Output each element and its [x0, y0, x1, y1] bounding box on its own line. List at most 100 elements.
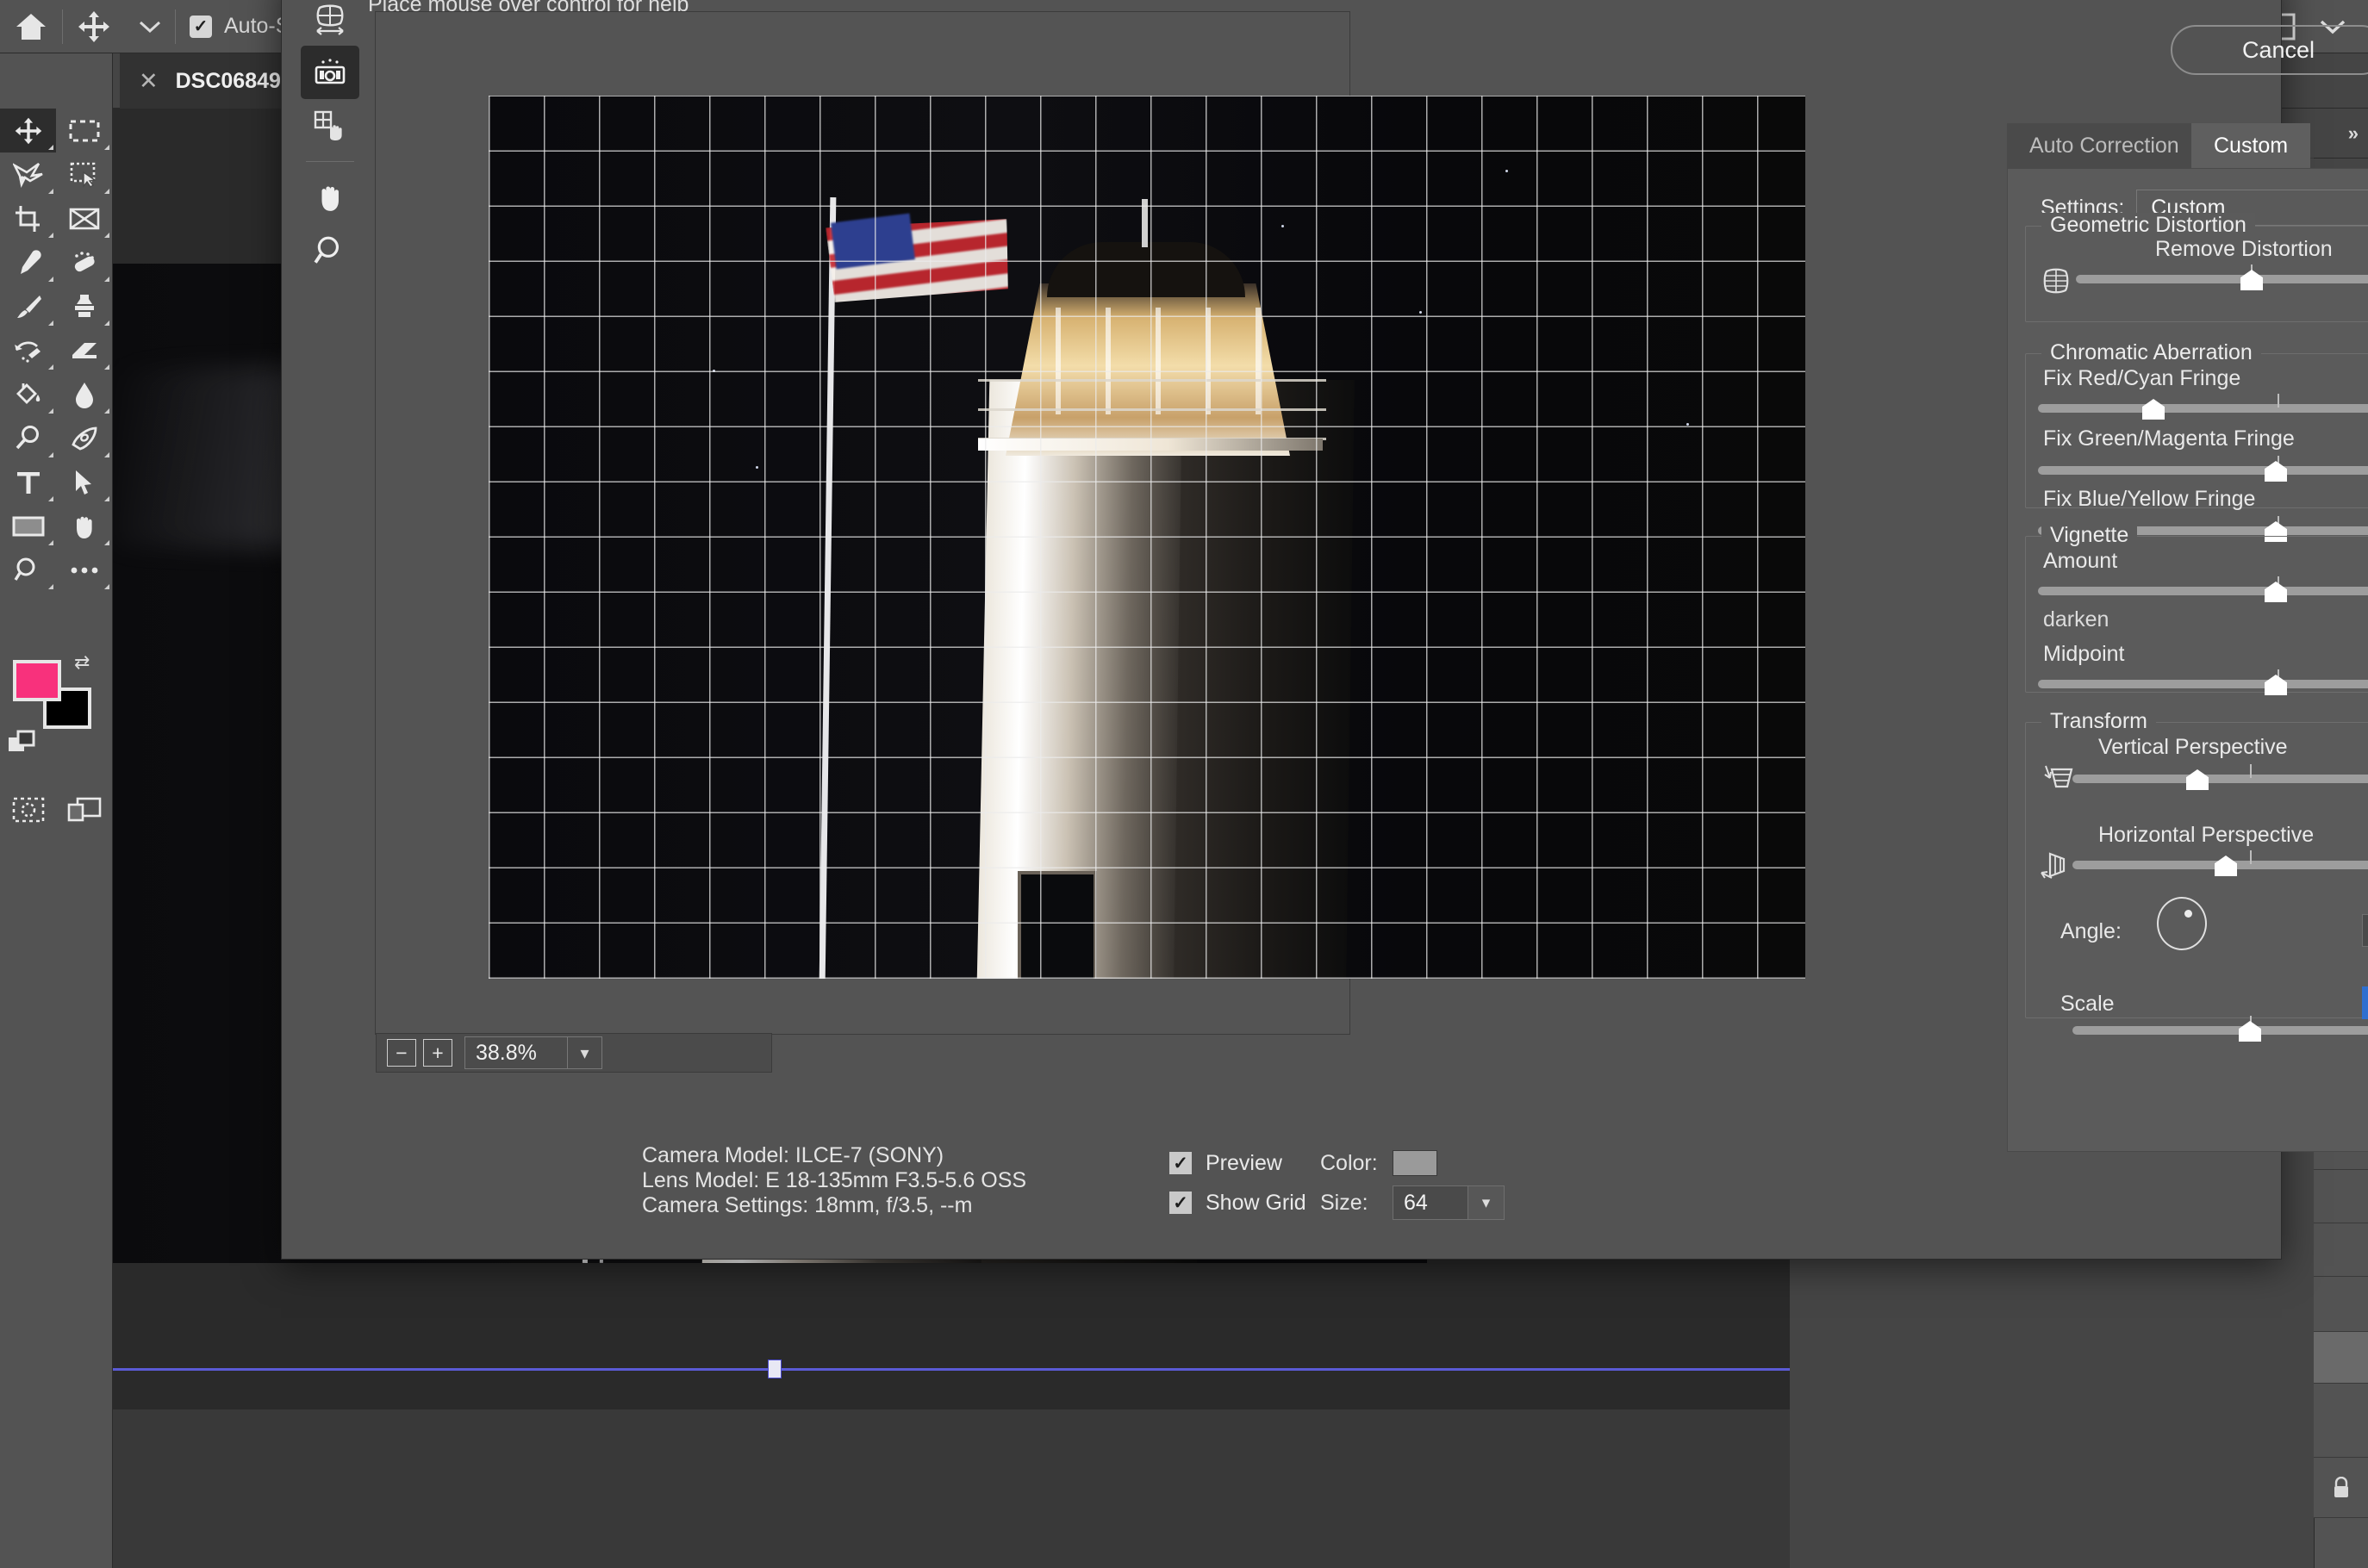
tool-spot-healing-brush[interactable] [56, 240, 112, 284]
tool-rectangle[interactable] [0, 504, 56, 548]
checkbox-checked-icon[interactable]: ✓ [1169, 1152, 1192, 1174]
grid-size-input[interactable]: 64 [1393, 1185, 1468, 1220]
brush-icon [16, 295, 41, 318]
vignette-midpoint-slider[interactable] [2038, 680, 2368, 688]
tool-dodge[interactable] [0, 416, 56, 460]
grid-color-row[interactable]: Color: [1320, 1143, 1505, 1183]
tool-history-brush[interactable] [0, 328, 56, 372]
zoom-level-value[interactable]: 38.8% [464, 1036, 568, 1069]
tool-grid[interactable] [0, 109, 113, 592]
zoom-out-icon[interactable]: − [387, 1039, 416, 1067]
angle-input[interactable]: 1.33 [2362, 914, 2368, 947]
lock-icon[interactable] [2332, 1476, 2351, 1499]
fix-green-magenta-slider[interactable] [2038, 466, 2368, 475]
grid-size-chevron-down-icon[interactable]: ▾ [1468, 1185, 1505, 1220]
close-icon[interactable]: ✕ [139, 69, 159, 93]
tool-type[interactable] [0, 460, 56, 504]
color-swatches[interactable]: ⇄ [0, 648, 113, 777]
preview-frame[interactable] [375, 11, 1805, 1035]
tab-auto-correction[interactable]: Auto Correction [2007, 123, 2202, 168]
angle-dial-handle[interactable] [2184, 910, 2192, 918]
angle-dial-icon[interactable] [2157, 897, 2207, 950]
screen-mode-button[interactable] [56, 787, 112, 831]
grid-color-size-group[interactable]: Color: Size: 64 ▾ [1320, 1143, 1505, 1223]
tool-object-selection[interactable] [56, 152, 112, 196]
panel-section-h[interactable] [2314, 1223, 2368, 1277]
grid-color-swatch[interactable] [1393, 1150, 1437, 1176]
tool-flyout-indicator [48, 233, 53, 238]
tool-blur[interactable] [56, 372, 112, 416]
grid-size-row[interactable]: Size: 64 ▾ [1320, 1183, 1505, 1223]
zoom-level-chevron-down-icon[interactable]: ▾ [568, 1036, 602, 1069]
tool-lasso[interactable] [0, 152, 56, 196]
home-button[interactable] [0, 0, 62, 53]
preview-options[interactable]: ✓ Preview ✓ Show Grid [1169, 1145, 1306, 1224]
vertical-perspective-slider[interactable] [2072, 775, 2368, 783]
tool-eyedropper[interactable] [0, 240, 56, 284]
checkbox-checked-icon[interactable]: ✓ [1169, 1192, 1192, 1214]
group-title-geometric-distortion: Geometric Distortion [2041, 213, 2255, 238]
tool-hand[interactable] [56, 504, 112, 548]
transform-handle[interactable] [768, 1360, 782, 1378]
panel-section-i[interactable] [2314, 1277, 2368, 1332]
vignette-amount-slider[interactable] [2038, 587, 2368, 595]
zoom-in-icon[interactable]: + [423, 1039, 452, 1067]
tool-zoom[interactable] [0, 548, 56, 592]
tool-move[interactable] [0, 109, 56, 152]
default-colors-icon[interactable] [7, 729, 41, 762]
dialog-tool-hand[interactable] [301, 171, 359, 224]
fix-red-cyan-slider-thumb[interactable] [2142, 399, 2165, 420]
scale-slider-thumb[interactable] [2239, 1021, 2261, 1042]
active-tool-button[interactable] [63, 0, 125, 53]
tool-rectangular-marquee[interactable] [56, 109, 112, 152]
panel-section-g[interactable] [2314, 1170, 2368, 1223]
dialog-tabs[interactable]: Auto Correction Custom [2007, 123, 2368, 168]
tool-edit-toolbar[interactable] [56, 548, 112, 592]
tab-custom[interactable]: Custom [2191, 123, 2311, 168]
fix-red-cyan-slider[interactable] [2038, 404, 2368, 413]
preview-image[interactable] [489, 96, 1805, 979]
tool-pen[interactable] [56, 416, 112, 460]
fix-green-magenta-slider-thumb[interactable] [2265, 461, 2287, 482]
tool-clone-stamp[interactable] [56, 284, 112, 328]
tool-gradient[interactable] [0, 372, 56, 416]
tool-crop[interactable] [0, 196, 56, 240]
lock-row[interactable] [2314, 1458, 2368, 1518]
panel-section-selected[interactable] [2314, 1332, 2368, 1384]
tool-preset-dropdown[interactable] [125, 0, 175, 53]
tool-eraser[interactable] [56, 328, 112, 372]
remove-distortion-slider[interactable] [2076, 275, 2368, 283]
tools-panel[interactable]: « [0, 53, 113, 1568]
dialog-tool-zoom[interactable] [301, 224, 359, 277]
tool-frame[interactable] [56, 196, 112, 240]
vignette-amount-slider-thumb[interactable] [2265, 582, 2287, 602]
dialog-tool-move-grid[interactable] [301, 99, 359, 152]
vignette-midpoint-slider-thumb[interactable] [2265, 675, 2287, 695]
dialog-tool-straighten[interactable] [301, 46, 359, 99]
quick-mask-button[interactable] [0, 787, 56, 831]
cancel-button[interactable]: Cancel [2171, 25, 2368, 75]
panel-section-j[interactable] [2314, 1384, 2368, 1458]
horizontal-perspective-slider-thumb[interactable] [2215, 856, 2237, 876]
tool-path-selection[interactable] [56, 460, 112, 504]
show-grid-checkbox[interactable]: ✓ Show Grid [1169, 1185, 1306, 1221]
lasso-icon [12, 162, 43, 188]
lens-correction-dialog[interactable]: Place mouse over control for help − + 38… [281, 0, 2368, 1260]
dialog-toolbar[interactable] [301, 0, 359, 264]
mode-buttons[interactable] [0, 787, 113, 831]
transform-guide-line[interactable] [113, 1368, 1790, 1371]
foreground-color-swatch[interactable] [13, 660, 61, 701]
preview-star [1686, 423, 1689, 426]
vertical-perspective-slider-thumb[interactable] [2186, 769, 2209, 790]
checkbox-checked-icon[interactable]: ✓ [190, 15, 212, 38]
ellipsis-icon [71, 567, 97, 573]
dialog-tool-remove-distortion[interactable] [301, 0, 359, 46]
scale-input[interactable]: 100 [2362, 986, 2368, 1019]
tool-brush[interactable] [0, 284, 56, 328]
scale-slider[interactable] [2072, 1026, 2368, 1035]
remove-distortion-slider-thumb[interactable] [2240, 270, 2263, 290]
preview-checkbox[interactable]: ✓ Preview [1169, 1145, 1306, 1181]
custom-panel[interactable]: Settings: Custom ▾ Geometric Distortion … [2007, 168, 2368, 1152]
swap-colors-icon[interactable]: ⇄ [74, 651, 90, 674]
preview-zoom-bar[interactable]: − + 38.8% ▾ [376, 1033, 772, 1073]
